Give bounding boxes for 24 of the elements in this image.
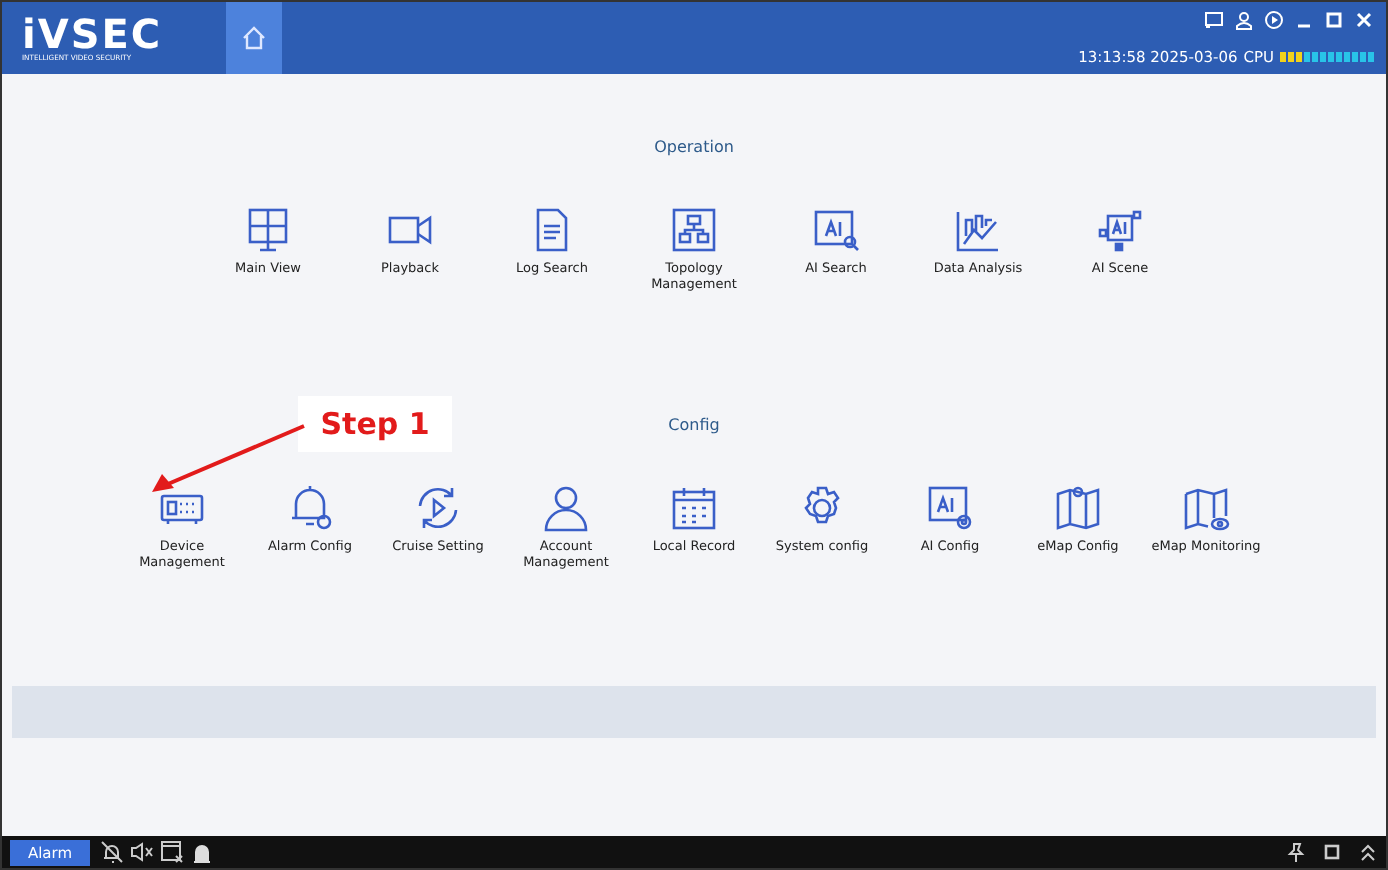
home-tab[interactable] bbox=[226, 2, 282, 74]
pin-icon[interactable] bbox=[1286, 842, 1306, 862]
user-icon[interactable] bbox=[1234, 10, 1254, 30]
map-icon bbox=[1052, 482, 1104, 534]
cast-icon[interactable] bbox=[1204, 10, 1224, 30]
maximize-icon[interactable] bbox=[1324, 10, 1344, 30]
mute-icon[interactable] bbox=[130, 840, 154, 864]
topology-icon bbox=[668, 204, 720, 256]
siren-icon[interactable] bbox=[190, 840, 214, 864]
bell-off-icon[interactable] bbox=[100, 840, 124, 864]
home-icon bbox=[240, 24, 268, 52]
play-circle-icon[interactable] bbox=[1264, 10, 1284, 30]
section-title: Config bbox=[668, 416, 720, 434]
ai-gear-icon bbox=[924, 482, 976, 534]
section-title: Operation bbox=[654, 138, 734, 156]
callout-label: Step 1 bbox=[298, 396, 452, 452]
video-off-icon[interactable] bbox=[160, 840, 184, 864]
person-icon bbox=[540, 482, 592, 534]
window-icon[interactable] bbox=[1322, 842, 1342, 862]
calendar-icon bbox=[668, 482, 720, 534]
map-eye-icon bbox=[1180, 482, 1232, 534]
logo-text: iVSEC bbox=[22, 13, 165, 53]
collapse-icon[interactable] bbox=[1358, 842, 1378, 862]
close-icon[interactable] bbox=[1354, 10, 1374, 30]
